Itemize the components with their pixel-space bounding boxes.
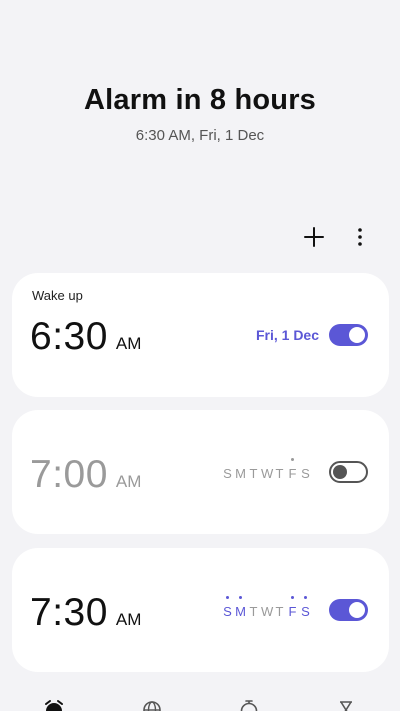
alarm-date: Fri, 1 Dec (255, 327, 319, 343)
day-active-dot (226, 596, 229, 599)
repeat-day: T (249, 604, 258, 619)
toggle-knob (333, 465, 347, 479)
alarm-time: 6:30 AM (30, 315, 141, 359)
more-options-button[interactable] (346, 222, 374, 252)
alarm-toggle[interactable] (329, 324, 368, 346)
repeat-day: T (249, 466, 258, 481)
alarm-time: 7:30 AM (30, 591, 141, 635)
repeat-day: S (223, 466, 232, 481)
alarm-toggle[interactable] (329, 461, 368, 483)
alarm-time-ampm: AM (115, 334, 142, 353)
add-alarm-button[interactable] (300, 222, 328, 252)
toolbar (300, 222, 374, 252)
alarm-toggle[interactable] (329, 599, 368, 621)
repeat-days: SMTWTFS (222, 596, 311, 619)
alarm-card-7-00[interactable]: 7:00 AM SMTWTFS (12, 410, 389, 534)
bottom-navigation (0, 697, 400, 711)
repeat-day: S (222, 596, 233, 619)
repeat-day: F (287, 458, 298, 481)
day-active-dot (304, 596, 307, 599)
timer-icon[interactable] (335, 699, 357, 711)
next-alarm-datetime: 6:30 AM, Fri, 1 Dec (135, 127, 265, 144)
plus-icon (304, 227, 324, 247)
repeat-day: S (300, 596, 311, 619)
alarm-time-value: 6:30 (30, 315, 108, 358)
repeat-day: S (301, 466, 310, 481)
alarm-screen: Alarm in 8 hours 6:30 AM, Fri, 1 Dec Wak… (0, 0, 400, 711)
repeat-day: T (275, 466, 284, 481)
next-alarm-summary: Alarm in 8 hours 6:30 AM, Fri, 1 Dec (0, 84, 400, 144)
day-active-dot (291, 458, 294, 461)
repeat-day: W (261, 604, 274, 619)
alarm-time-ampm: AM (115, 610, 142, 629)
repeat-days: SMTWTFS (222, 458, 311, 481)
repeat-day: M (235, 596, 246, 619)
day-active-dot (239, 596, 242, 599)
alarm-time-value: 7:30 (30, 591, 108, 634)
alarm-time-value: 7:00 (30, 453, 108, 496)
world-clock-icon[interactable] (141, 699, 163, 711)
day-active-dot (291, 596, 294, 599)
repeat-day: F (287, 596, 298, 619)
repeat-day: M (235, 466, 246, 481)
repeat-day: W (261, 466, 274, 481)
next-alarm-title: Alarm in 8 hours (83, 84, 317, 116)
alarm-time: 7:00 AM (30, 453, 141, 497)
repeat-day: T (275, 604, 284, 619)
alarm-time-ampm: AM (115, 472, 142, 491)
more-vertical-icon (358, 228, 362, 246)
stopwatch-icon[interactable] (238, 699, 260, 711)
toggle-knob (349, 327, 365, 343)
alarm-icon[interactable] (43, 699, 65, 711)
alarm-label: Wake up (32, 288, 83, 303)
alarm-card-7-30[interactable]: 7:30 AM SMTWTFS (12, 548, 389, 672)
alarm-card-wake-up[interactable]: Wake up 6:30 AM Fri, 1 Dec (12, 273, 389, 397)
toggle-knob (349, 602, 365, 618)
